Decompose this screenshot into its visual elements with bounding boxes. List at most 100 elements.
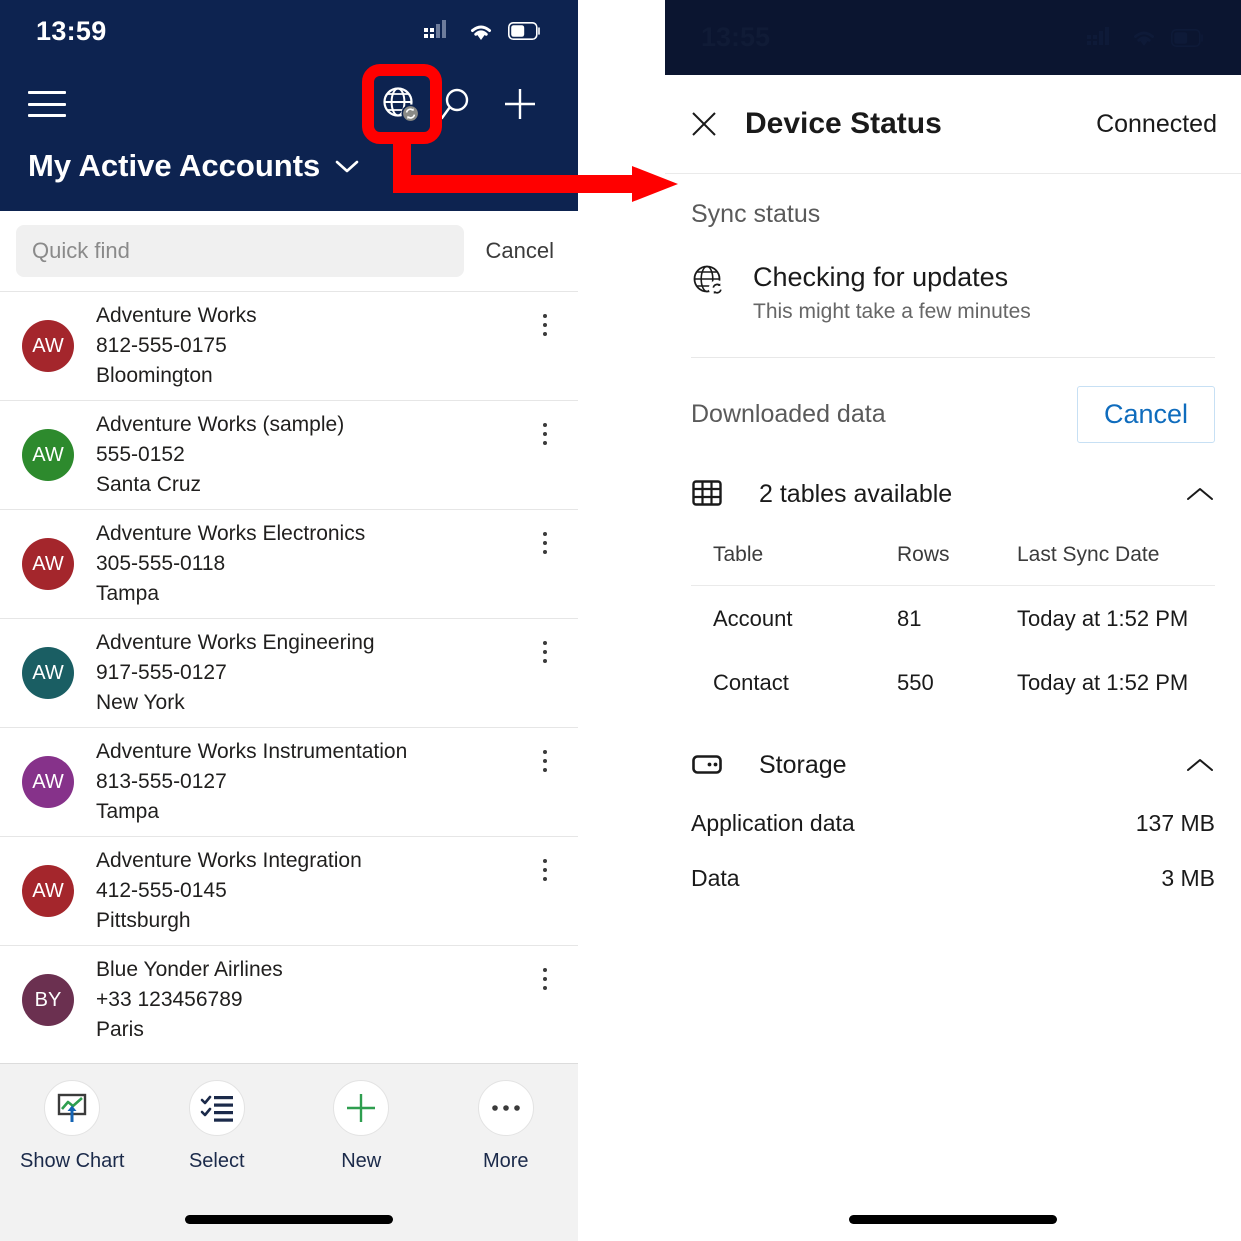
avatar: AW <box>22 865 74 917</box>
table-grid-icon <box>692 480 722 506</box>
list-item[interactable]: AW Adventure Works Integration 412-555-014… <box>0 836 578 945</box>
search-icon[interactable] <box>430 74 490 134</box>
account-city: Tampa <box>96 582 160 605</box>
globe-sync-icon <box>693 265 726 297</box>
list-item-text: Adventure Works Electronics 305-555-0118 T… <box>96 519 528 609</box>
command-bar-item-more[interactable]: More <box>434 1080 579 1173</box>
plus-icon[interactable] <box>490 74 550 134</box>
more-options-icon[interactable] <box>528 750 562 772</box>
avatar: AW <box>22 320 74 372</box>
sync-status-title: Checking for updates <box>753 262 1009 292</box>
account-phone: 917-555-0127 <box>96 661 227 684</box>
account-city: Tampa <box>96 800 160 823</box>
status-bar-time: 13:59 <box>36 15 107 46</box>
avatar: AW <box>22 756 74 808</box>
more-options-icon[interactable] <box>528 641 562 663</box>
table-body: Account 81 Today at 1:52 PM Contact 550 Today… <box>691 586 1215 715</box>
cell-row-count: 550 <box>897 670 934 695</box>
ellipsis-icon <box>477 1080 534 1136</box>
list-item[interactable]: AW Adventure Works Instrumentation 813-555… <box>0 727 578 836</box>
list-item[interactable]: AW Adventure Works Electronics 305-555-011… <box>0 509 578 618</box>
more-options-icon[interactable] <box>528 532 562 554</box>
page-title: My Active Accounts <box>28 148 321 183</box>
app-nav-bar <box>0 62 578 146</box>
command-bar-item-show-chart[interactable]: Show Chart <box>0 1080 145 1173</box>
storage-item: Data 3 MB <box>691 865 1215 892</box>
account-name: Adventure Works <box>96 304 257 327</box>
device-status-header: Device Status Connected <box>665 75 1241 174</box>
list-item[interactable]: BY Blue Yonder Airlines +33 123456789 Paris <box>0 945 578 1054</box>
command-bar-item-select[interactable]: Select <box>145 1080 290 1173</box>
storage-group-header[interactable]: Storage <box>691 748 1215 782</box>
chevron-up-icon[interactable] <box>1185 485 1215 503</box>
cell-row-count: 81 <box>897 606 922 631</box>
plus-icon <box>333 1080 390 1136</box>
more-options-icon[interactable] <box>528 423 562 445</box>
storage-item-label: Application data <box>691 810 855 836</box>
command-bar-label: More <box>482 1150 529 1172</box>
account-phone: 412-555-0145 <box>96 879 227 902</box>
account-city: Pittsburgh <box>96 909 191 932</box>
cell-table-name: Account <box>713 606 793 631</box>
cancel-sync-button[interactable]: Cancel <box>1076 386 1215 443</box>
wifi-icon <box>1134 31 1154 46</box>
account-name: Blue Yonder Airlines <box>96 958 283 981</box>
checklist-select-icon <box>188 1080 245 1136</box>
accounts-list[interactable]: AW Adventure Works 812-555-0175 Bloomington… <box>0 291 578 1063</box>
search-cancel-button[interactable]: Cancel <box>486 238 554 264</box>
close-x-icon[interactable] <box>689 109 719 139</box>
column-header-rows: Rows <box>875 533 995 586</box>
command-bar-label: Show Chart <box>20 1150 125 1172</box>
cell-last-sync: Today at 1:52 PM <box>1017 670 1189 695</box>
list-item-text: Adventure Works Instrumentation 813-555-0… <box>96 737 528 827</box>
sync-status-subtitle: This might take a few minutes <box>753 300 1031 323</box>
account-phone: 813-555-0127 <box>96 770 227 793</box>
storage-item-value: 3 MB <box>1161 865 1215 891</box>
account-name: Adventure Works Electronics <box>96 522 366 545</box>
list-item[interactable]: AW Adventure Works 812-555-0175 Bloomington <box>0 291 578 400</box>
list-item[interactable]: AW Adventure Works Engineering 917-555-012… <box>0 618 578 727</box>
storage-items-list: Application data 137 MB Data 3 MB <box>691 810 1215 892</box>
table-row: Contact 550 Today at 1:52 PM <box>691 650 1215 714</box>
status-bar-time: 13:55 <box>701 22 771 52</box>
storage-label: Storage <box>759 750 847 779</box>
downloaded-data-row: Downloaded data Cancel <box>691 386 1215 443</box>
quick-find-row: Quick find Cancel <box>0 211 578 291</box>
tables-group-header[interactable]: 2 tables available <box>691 477 1215 511</box>
connection-status-label: Connected <box>1096 109 1217 138</box>
sync-status-text: Checking for updates This might take a f… <box>753 259 1031 327</box>
view-selector[interactable]: My Active Accounts <box>28 148 360 184</box>
command-bar-item-new[interactable]: New <box>289 1080 434 1173</box>
left-status-bar: 13:59 <box>0 0 578 62</box>
cell-last-sync: Today at 1:52 PM <box>1017 606 1189 631</box>
search-placeholder: Quick find <box>32 238 130 263</box>
section-divider <box>691 357 1215 358</box>
more-options-icon[interactable] <box>528 859 562 881</box>
search-input[interactable]: Quick find <box>16 225 464 277</box>
bottom-command-bar: Show Chart Select New More <box>0 1063 578 1241</box>
left-phone-screen: 13:59 My Active Accounts Quick find Canc… <box>0 0 578 1241</box>
account-phone: 555-0152 <box>96 443 185 466</box>
list-item-text: Blue Yonder Airlines +33 123456789 Paris <box>96 955 528 1045</box>
command-bar-items: Show Chart Select New More <box>0 1064 578 1173</box>
account-name: Adventure Works Engineering <box>96 631 375 654</box>
device-status-body: Sync status Checking for updates This mi… <box>665 174 1241 892</box>
list-item[interactable]: AW Adventure Works (sample) 555-0152 Santa … <box>0 400 578 509</box>
more-options-icon[interactable] <box>528 314 562 336</box>
account-phone: +33 123456789 <box>96 988 243 1011</box>
avatar: AW <box>22 429 74 481</box>
command-bar-label: Select <box>188 1150 245 1172</box>
table-header-row: Table Rows Last Sync Date <box>691 533 1215 586</box>
avatar: AW <box>22 647 74 699</box>
globe-sync-icon[interactable] <box>370 74 430 134</box>
command-bar-label: New <box>341 1150 382 1172</box>
list-item-text: Adventure Works Engineering 917-555-0127 N… <box>96 628 528 718</box>
storage-item: Application data 137 MB <box>691 810 1215 837</box>
more-options-icon[interactable] <box>528 968 562 990</box>
hamburger-menu-icon[interactable] <box>28 91 66 117</box>
chevron-up-icon[interactable] <box>1185 756 1215 774</box>
account-city: Paris <box>96 1018 144 1041</box>
column-header-last-sync-date: Last Sync Date <box>995 533 1215 586</box>
wifi-icon <box>471 25 491 40</box>
battery-icon <box>508 22 540 40</box>
